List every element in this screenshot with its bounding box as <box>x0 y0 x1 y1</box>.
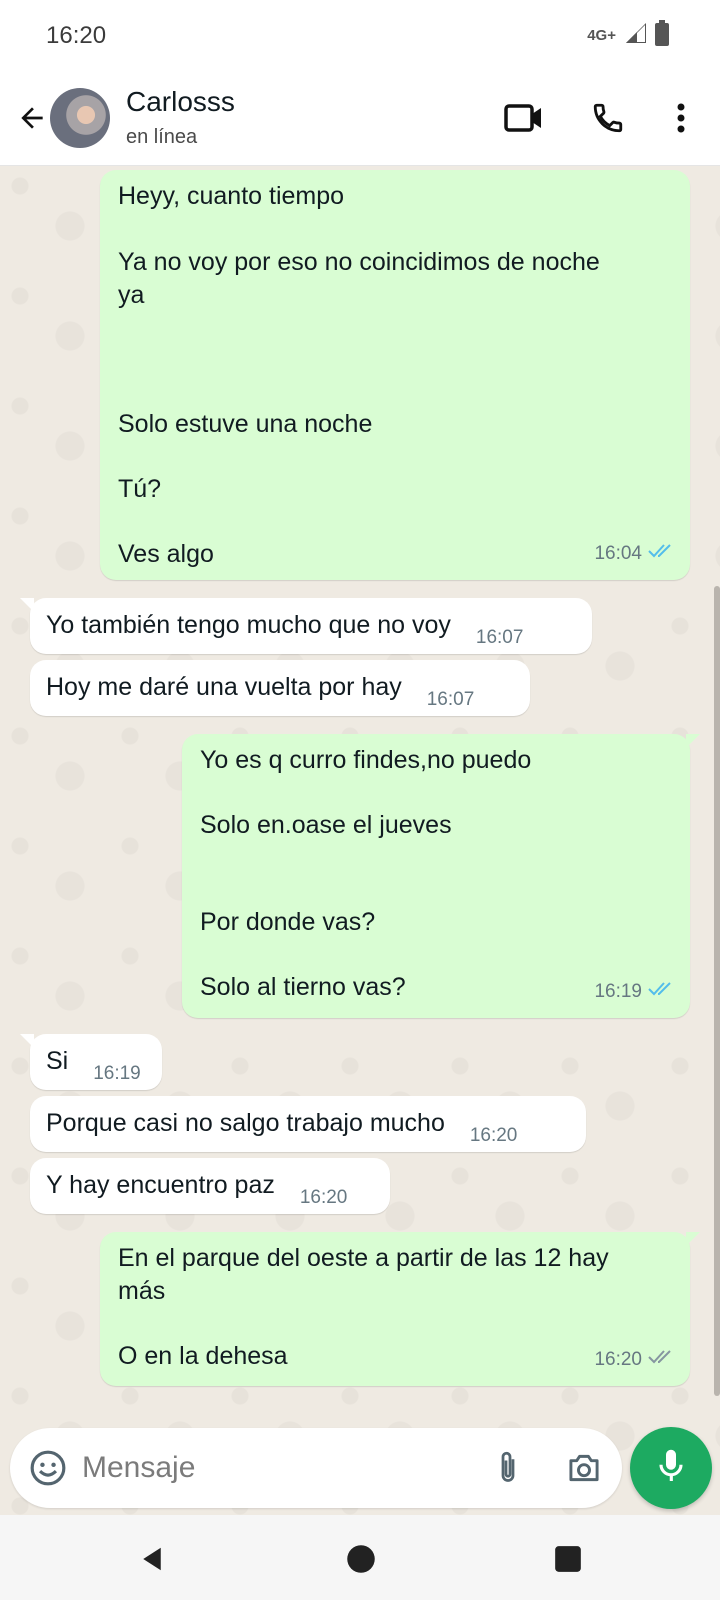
network-type: 4G+ <box>587 27 616 44</box>
message-line <box>118 1308 672 1340</box>
mic-icon <box>656 1447 686 1490</box>
message-text: Hoy me daré una vuelta por hay <box>46 673 402 701</box>
scrollbar[interactable] <box>714 586 720 1396</box>
message-line <box>200 939 672 971</box>
signal-icon <box>624 21 648 50</box>
message-time: 16:19 <box>93 1063 141 1084</box>
message-text: Y hay encuentro paz <box>46 1171 275 1199</box>
message-meta: 16:19 <box>594 975 676 1008</box>
message-input[interactable] <box>82 1444 462 1492</box>
message-time: 16:07 <box>475 627 524 648</box>
message-line: Yo es q curro findes,no puedo <box>200 746 532 774</box>
chat-area[interactable]: Heyy, cuanto tiempo Ya no voy por eso no… <box>0 166 720 1515</box>
message-meta: 16:04 <box>594 537 676 570</box>
delivered-ticks-icon <box>648 1343 676 1376</box>
message-meta: 16:20 <box>594 1343 676 1376</box>
read-ticks-icon <box>648 537 676 570</box>
nav-back-icon[interactable] <box>130 1537 174 1581</box>
message-line: más <box>118 1277 166 1305</box>
message-line: Ya no voy por eso no coincidimos de noch… <box>118 248 600 276</box>
nav-home-icon[interactable] <box>339 1537 383 1581</box>
message-time: 16:20 <box>594 1349 642 1370</box>
message-line: Solo en.oase el jueves <box>200 811 452 839</box>
message-line <box>200 842 672 906</box>
system-nav-bar <box>0 1515 720 1600</box>
read-ticks-icon <box>648 975 676 1008</box>
message-line: Solo estuve una noche <box>118 410 373 438</box>
message-line: ya <box>118 281 145 309</box>
message-line <box>200 777 672 809</box>
message-outgoing[interactable]: Yo es q curro findes,no puedo Solo en.oa… <box>182 734 700 1018</box>
message-incoming[interactable]: Y hay encuentro paz 16:20 <box>30 1158 390 1214</box>
message-incoming[interactable]: Porque casi no salgo trabajo mucho 16:20 <box>30 1096 586 1152</box>
message-time: 16:04 <box>594 543 642 564</box>
phone-icon[interactable] <box>584 94 632 142</box>
message-outgoing[interactable]: En el parque del oeste a partir de las 1… <box>100 1232 700 1386</box>
message-incoming[interactable]: Si 16:19 <box>20 1034 162 1090</box>
status-icons: 4G+ <box>587 20 670 51</box>
message-line <box>118 312 672 408</box>
camera-icon[interactable] <box>560 1446 608 1490</box>
mic-button[interactable] <box>630 1427 712 1509</box>
message-line: O en la dehesa <box>118 1342 288 1370</box>
message-text: Si <box>46 1047 69 1075</box>
contact-status: en línea <box>126 126 198 148</box>
message-text: Porque casi no salgo trabajo mucho <box>46 1109 445 1137</box>
attach-icon[interactable] <box>486 1446 530 1490</box>
emoji-icon[interactable] <box>26 1446 70 1490</box>
status-time: 16:20 <box>46 22 107 49</box>
message-time: 16:07 <box>426 689 475 710</box>
message-text: Yo también tengo mucho que no voy <box>46 611 451 639</box>
message-line: Heyy, cuanto tiempo <box>118 182 345 210</box>
message-line: Por donde vas? <box>200 908 376 936</box>
message-incoming[interactable]: Yo también tengo mucho que no voy 16:07 <box>20 598 592 654</box>
chat-header: Carlosss en línea <box>0 72 720 166</box>
message-time: 16:20 <box>469 1125 518 1146</box>
battery-icon <box>654 20 670 51</box>
nav-recents-icon[interactable] <box>546 1537 590 1581</box>
message-time: 16:20 <box>299 1187 348 1208</box>
more-vert-icon[interactable] <box>657 94 705 142</box>
message-line: Ves algo <box>118 540 214 568</box>
back-arrow-icon[interactable] <box>10 96 54 140</box>
message-composer <box>10 1428 622 1508</box>
message-line <box>118 213 672 246</box>
message-line <box>118 441 672 473</box>
message-line: Tú? <box>118 475 162 503</box>
message-outgoing[interactable]: Heyy, cuanto tiempo Ya no voy por eso no… <box>100 170 690 580</box>
message-time: 16:19 <box>594 981 642 1002</box>
video-call-icon[interactable] <box>500 94 548 142</box>
contact-name[interactable]: Carlosss <box>126 86 235 118</box>
message-incoming[interactable]: Hoy me daré una vuelta por hay 16:07 <box>30 660 530 716</box>
status-bar: 16:20 4G+ <box>0 0 720 72</box>
message-line <box>118 506 672 538</box>
message-line: En el parque del oeste a partir de las 1… <box>118 1244 609 1272</box>
avatar[interactable] <box>50 88 110 148</box>
